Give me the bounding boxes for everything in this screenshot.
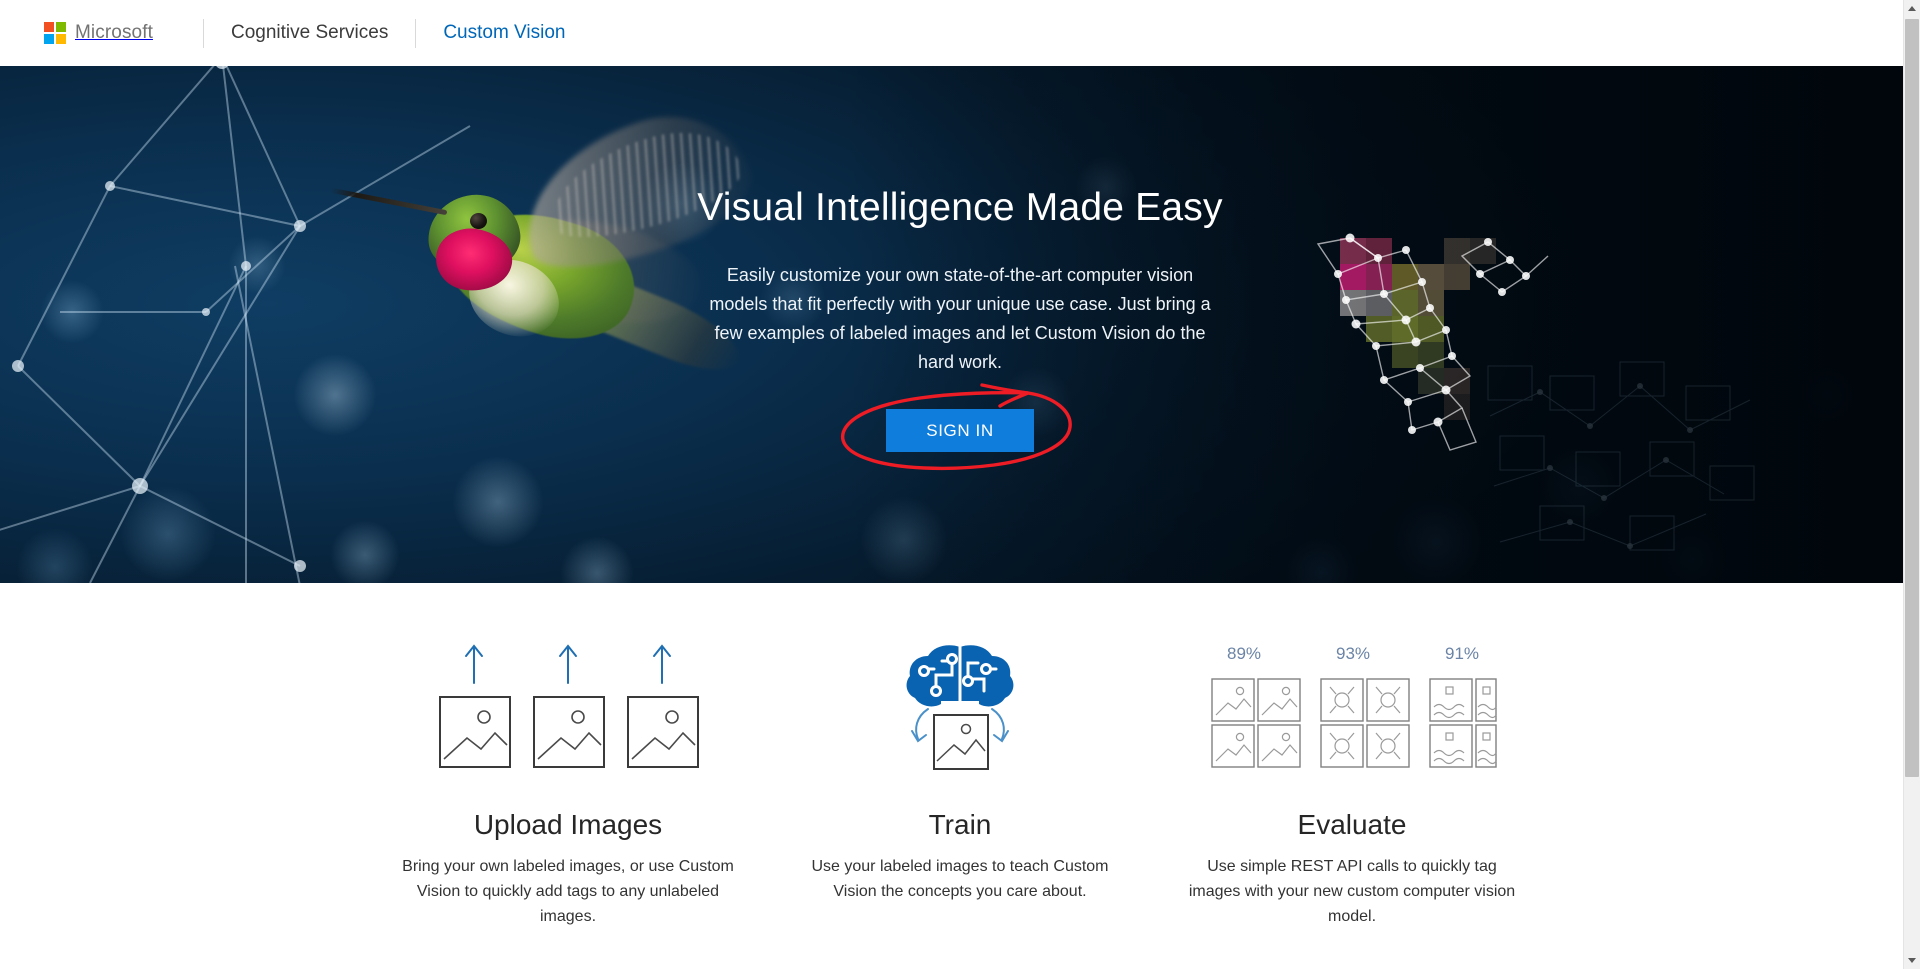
- feature-train: Train Use your labeled images to teach C…: [764, 627, 1156, 930]
- feature-title: Evaluate: [1297, 809, 1407, 840]
- nav-divider: [415, 18, 417, 48]
- train-brain-icon: [778, 627, 1142, 791]
- hero-subtitle: Easily customize your own state-of-the-a…: [709, 264, 1211, 373]
- scroll-up-arrow-icon: [1908, 6, 1916, 11]
- vertical-scrollbar[interactable]: [1903, 0, 1920, 969]
- hero-banner: Visual Intelligence Made Easy Easily cus…: [0, 66, 1920, 583]
- feature-title: Train: [928, 809, 992, 840]
- features-section: Upload Images Bring your own labeled ima…: [0, 583, 1920, 930]
- feature-title: Upload Images: [473, 809, 663, 840]
- signin-button-wrapper: SIGN IN: [840, 383, 1072, 471]
- scroll-down-arrow-icon: [1908, 958, 1916, 963]
- microsoft-logo-icon: [44, 22, 66, 44]
- hero-title: Visual Intelligence Made Easy: [697, 186, 1223, 229]
- top-navigation-bar: Microsoft Cognitive Services Custom Visi…: [0, 0, 1920, 66]
- feature-evaluate: 89% 93% 91% Evaluate Use simple REST API…: [1156, 627, 1548, 930]
- evaluate-scores-icon: 89% 93% 91%: [1170, 627, 1534, 791]
- nav-divider: [202, 18, 204, 48]
- feature-description: Use your labeled images to teach Custom …: [811, 858, 1109, 900]
- nav-link-cognitive-services[interactable]: Cognitive Services: [231, 22, 388, 44]
- score-label-1: 89%: [1227, 644, 1261, 663]
- nav-link-custom-vision[interactable]: Custom Vision: [443, 22, 565, 44]
- feature-description: Bring your own labeled images, or use Cu…: [402, 858, 734, 925]
- score-label-3: 91%: [1445, 644, 1479, 663]
- microsoft-wordmark: Microsoft: [75, 22, 153, 43]
- scrollbar-thumb[interactable]: [1905, 19, 1919, 777]
- feature-upload-images: Upload Images Bring your own labeled ima…: [372, 627, 764, 930]
- scroll-down-button[interactable]: [1904, 952, 1920, 969]
- hero-content: Visual Intelligence Made Easy Easily cus…: [0, 66, 1920, 471]
- feature-description: Use simple REST API calls to quickly tag…: [1188, 858, 1516, 925]
- microsoft-logo-link[interactable]: Microsoft: [44, 0, 153, 66]
- sign-in-button[interactable]: SIGN IN: [886, 409, 1034, 453]
- custom-vision-landing-page: Microsoft Cognitive Services Custom Visi…: [0, 0, 1920, 969]
- upload-images-icon: [386, 627, 750, 791]
- scroll-up-button[interactable]: [1904, 0, 1920, 17]
- score-label-2: 93%: [1336, 644, 1370, 663]
